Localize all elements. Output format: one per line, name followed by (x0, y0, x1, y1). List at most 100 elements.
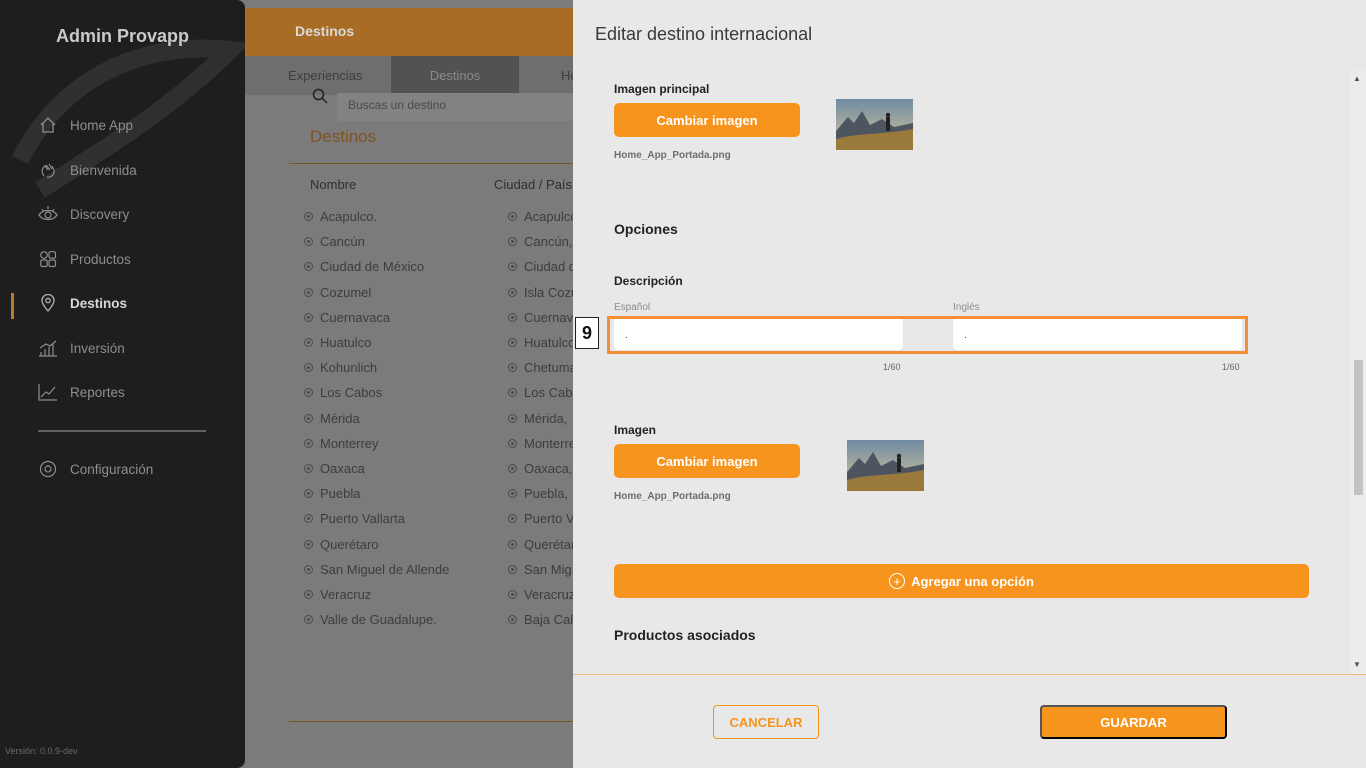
bullet-icon (304, 338, 313, 347)
list-item[interactable]: Puerto Vallarta (304, 511, 405, 526)
destination-city: Puerto V (524, 511, 575, 527)
bullet-icon (304, 564, 313, 574)
destination-city: Chetuma (524, 360, 576, 376)
app-title: Admin Provapp (55, 26, 189, 46)
change-main-image-button[interactable]: Cambiar imagen (614, 103, 800, 137)
search-icon (312, 88, 328, 109)
list-item[interactable]: Chetuma (508, 360, 576, 375)
home-icon (38, 115, 58, 135)
sidebar-item-label: Reportes (70, 384, 125, 400)
add-option-button[interactable]: + Agregar una opción (614, 564, 1309, 598)
list-item[interactable]: Cancún (304, 234, 365, 249)
line-chart-icon (38, 382, 58, 402)
list-item[interactable]: Acapulco (508, 209, 576, 224)
destination-city: Isla Cozu (524, 284, 576, 300)
version-label: Versión: 0.0.9-dev (5, 746, 78, 756)
list-item[interactable]: Veracruz (508, 587, 576, 602)
list-item[interactable]: Mérida, (508, 411, 576, 426)
sidebar-item-bienvenida[interactable]: Bienvenida (38, 158, 137, 182)
scroll-down-arrow-icon[interactable]: ▼ (1353, 660, 1361, 669)
panel-scrollbar[interactable]: ▲ ▼ (1350, 70, 1366, 674)
list-item[interactable]: Cozumel (304, 285, 371, 300)
sidebar-item-home-app[interactable]: Home App (38, 113, 133, 137)
sidebar-divider (38, 430, 206, 432)
search-input[interactable]: Buscas un destino (337, 93, 577, 121)
destination-name: Acapulco. (320, 209, 378, 224)
list-item[interactable]: Isla Cozu (508, 285, 576, 300)
sidebar-item-configuracion[interactable]: Configuración (38, 457, 153, 481)
sidebar-item-discovery[interactable]: Discovery (38, 202, 129, 226)
bullet-icon (508, 438, 517, 448)
bullet-icon (508, 464, 517, 473)
bullet-icon (508, 287, 517, 297)
list-item[interactable]: Querétaro (304, 537, 379, 552)
sidebar-item-label: Bienvenida (70, 162, 137, 178)
divider (289, 721, 577, 722)
wave-hand-icon (38, 160, 58, 180)
section-title: Destinos (310, 127, 377, 146)
destination-name: Cuernavaca (320, 309, 391, 325)
map-pin-icon (38, 293, 58, 313)
active-indicator (11, 293, 14, 319)
tab-destinos[interactable]: Destinos (391, 56, 519, 95)
list-item[interactable]: Kohunlich (304, 360, 377, 375)
cancel-button[interactable]: CANCELAR (713, 705, 819, 739)
sidebar-item-reportes[interactable]: Reportes (38, 380, 125, 404)
destination-city: Los Cab (524, 385, 573, 401)
list-item[interactable]: Puebla, (508, 486, 576, 501)
sidebar-item-label: Configuración (70, 461, 154, 477)
gear-icon (38, 459, 58, 479)
list-item[interactable]: Monterrey (304, 436, 379, 451)
main-image-thumbnail (836, 99, 913, 150)
page-title: Destinos (295, 23, 355, 39)
tab-experiencias[interactable]: Experiencias (288, 68, 362, 83)
bullet-icon (508, 363, 517, 373)
list-item[interactable]: Puerto V (508, 511, 576, 526)
sidebar-item-productos[interactable]: Productos (38, 247, 131, 271)
destination-name: Mérida (320, 410, 360, 426)
list-item[interactable]: Cancún, (508, 234, 576, 249)
list-item[interactable]: Valle de Guadalupe. (304, 612, 437, 627)
list-item[interactable]: Mérida (304, 411, 360, 426)
list-item[interactable]: Los Cabos (304, 385, 382, 400)
bullet-icon (304, 615, 313, 625)
save-button[interactable]: GUARDAR (1040, 705, 1227, 739)
scroll-up-arrow-icon[interactable]: ▲ (1353, 74, 1361, 83)
sidebar-item-label: Destinos (70, 295, 128, 311)
bullet-icon (304, 539, 313, 549)
list-item[interactable]: Oaxaca, (508, 461, 576, 476)
destination-city: Puebla, (524, 486, 569, 502)
sidebar-item-destinos[interactable]: Destinos (38, 291, 127, 315)
list-item[interactable]: Huatulco (508, 335, 576, 350)
edit-destination-panel: Editar destino internacional Imagen prin… (573, 0, 1366, 768)
change-option-image-button[interactable]: Cambiar imagen (614, 444, 800, 478)
bullet-icon (508, 338, 517, 347)
list-item[interactable]: San Miguel de Allende (304, 562, 449, 577)
bullet-icon (508, 539, 517, 549)
list-item[interactable]: Cuernavaca (304, 310, 390, 325)
eye-icon (38, 204, 58, 224)
list-item[interactable]: Puebla (304, 486, 360, 501)
associated-products-heading: Productos asociados (614, 627, 756, 643)
destination-city: Huatulco (524, 335, 576, 350)
list-item[interactable]: Querétar (508, 537, 576, 552)
list-item[interactable]: San Mig (508, 562, 576, 577)
bullet-icon (304, 363, 313, 373)
list-item[interactable]: Monterre (508, 436, 576, 451)
sidebar-item-inversion[interactable]: Inversión (38, 336, 125, 360)
search-placeholder: Buscas un destino (348, 98, 447, 112)
list-item[interactable]: Ciudad d (508, 259, 576, 274)
list-item[interactable]: Oaxaca (304, 461, 365, 476)
list-item[interactable]: Los Cab (508, 385, 576, 400)
list-item[interactable]: Ciudad de México (304, 259, 424, 274)
list-item[interactable]: Cuernava (508, 310, 576, 325)
list-item[interactable]: Huatulco (304, 335, 371, 350)
scrollbar-thumb[interactable] (1354, 360, 1363, 495)
panel-scroll-area[interactable]: Imagen principal Cambiar imagen Home_App… (573, 70, 1366, 674)
list-item[interactable]: Baja Cal (508, 612, 576, 627)
list-item[interactable]: Acapulco. (304, 209, 377, 224)
destination-city: Querétar (524, 536, 576, 552)
list-item[interactable]: Veracruz (304, 587, 371, 602)
main-image-filename: Home_App_Portada.png (614, 150, 731, 161)
destination-city: Ciudad d (524, 259, 576, 275)
